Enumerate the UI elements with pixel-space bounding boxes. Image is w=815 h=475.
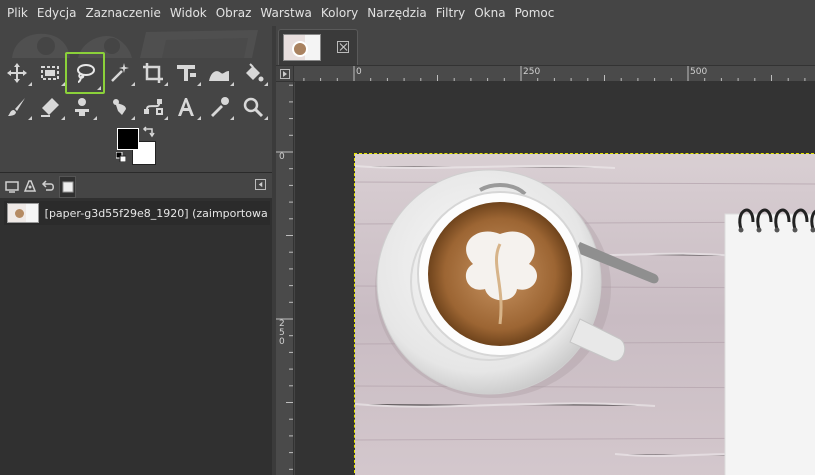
foreground-color-swatch[interactable] (117, 128, 139, 150)
move-tool-icon[interactable] (0, 58, 34, 88)
vertical-ruler[interactable]: 0 2 5 0 (276, 82, 294, 475)
crop-tool-icon[interactable] (136, 58, 170, 88)
menubar: Plik Edycja Zaznaczenie Widok Obraz Wars… (0, 0, 815, 26)
wilber-logo-icon (12, 30, 258, 58)
menu-layer[interactable]: Warstwa (256, 0, 316, 26)
menu-tools[interactable]: Narzędzia (363, 0, 431, 26)
menu-view[interactable]: Widok (166, 0, 211, 26)
image-layer[interactable] (354, 153, 815, 475)
ruler-label-h0: 0 (356, 67, 362, 77)
layers-icon[interactable] (59, 176, 76, 198)
menu-file[interactable]: Plik (3, 0, 32, 26)
menu-image[interactable]: Obraz (212, 0, 256, 26)
dock-menu-button[interactable] (255, 179, 266, 190)
zoom-tool-icon[interactable] (236, 92, 270, 122)
ruler-label-v250-c: 0 (279, 337, 285, 347)
coffee-photo (355, 154, 815, 475)
smudge-tool-icon[interactable] (65, 92, 99, 122)
free-select-tool-icon[interactable] (65, 52, 105, 94)
layer-thumbnail (7, 203, 39, 223)
paths-tool-icon[interactable] (136, 92, 170, 122)
layer-name[interactable]: [paper-g3d55f29e8_1920] (zaimportowa (45, 207, 270, 220)
fuzzy-select-tool-icon[interactable] (103, 58, 137, 88)
image-tab[interactable] (278, 29, 358, 65)
quick-mask-toggle[interactable] (276, 66, 294, 82)
image-tab-bar (276, 26, 815, 66)
ruler-label-h250: 250 (523, 67, 541, 77)
text-tool-icon[interactable] (169, 92, 203, 122)
paintbrush-tool-icon[interactable] (0, 92, 34, 122)
image-tab-thumbnail (283, 34, 321, 61)
default-colors-icon[interactable] (116, 152, 126, 162)
layers-dock: [paper-g3d55f29e8_1920] (zaimportowa (0, 172, 272, 475)
menu-help[interactable]: Pomoc (511, 0, 559, 26)
warp-transform-tool-icon[interactable] (202, 58, 236, 88)
undo-history-icon[interactable] (39, 177, 56, 194)
menu-filters[interactable]: Filtry (432, 0, 469, 26)
ruler-label-v0: 0 (279, 152, 285, 162)
eraser-tool-icon[interactable] (33, 92, 67, 122)
image-canvas[interactable] (295, 82, 815, 475)
clone-tool-icon[interactable] (103, 92, 137, 122)
menu-windows[interactable]: Okna (470, 0, 509, 26)
toolbox (0, 26, 272, 172)
vertical-ruler-ticks (276, 84, 293, 470)
menu-select[interactable]: Zaznaczenie (81, 0, 164, 26)
ruler-label-h500: 500 (690, 67, 708, 77)
device-status-icon[interactable] (21, 177, 38, 194)
menu-colors[interactable]: Kolory (317, 0, 362, 26)
rect-select-tool-icon[interactable] (33, 58, 67, 88)
color-picker-tool-icon[interactable] (202, 92, 236, 122)
gimp-window: Plik Edycja Zaznaczenie Widok Obraz Wars… (0, 0, 815, 475)
horizontal-ruler-ticks (303, 66, 806, 81)
menu-edit[interactable]: Edycja (33, 0, 81, 26)
close-icon[interactable] (337, 41, 349, 53)
dock-tabs (0, 173, 272, 198)
swap-colors-icon[interactable] (142, 125, 156, 139)
bucket-fill-tool-icon[interactable] (236, 58, 270, 88)
tool-options-icon[interactable] (3, 177, 20, 194)
unified-transform-tool-icon[interactable] (169, 58, 203, 88)
horizontal-ruler[interactable]: 0 250 500 (294, 66, 815, 82)
layer-row[interactable]: [paper-g3d55f29e8_1920] (zaimportowa (4, 201, 270, 225)
